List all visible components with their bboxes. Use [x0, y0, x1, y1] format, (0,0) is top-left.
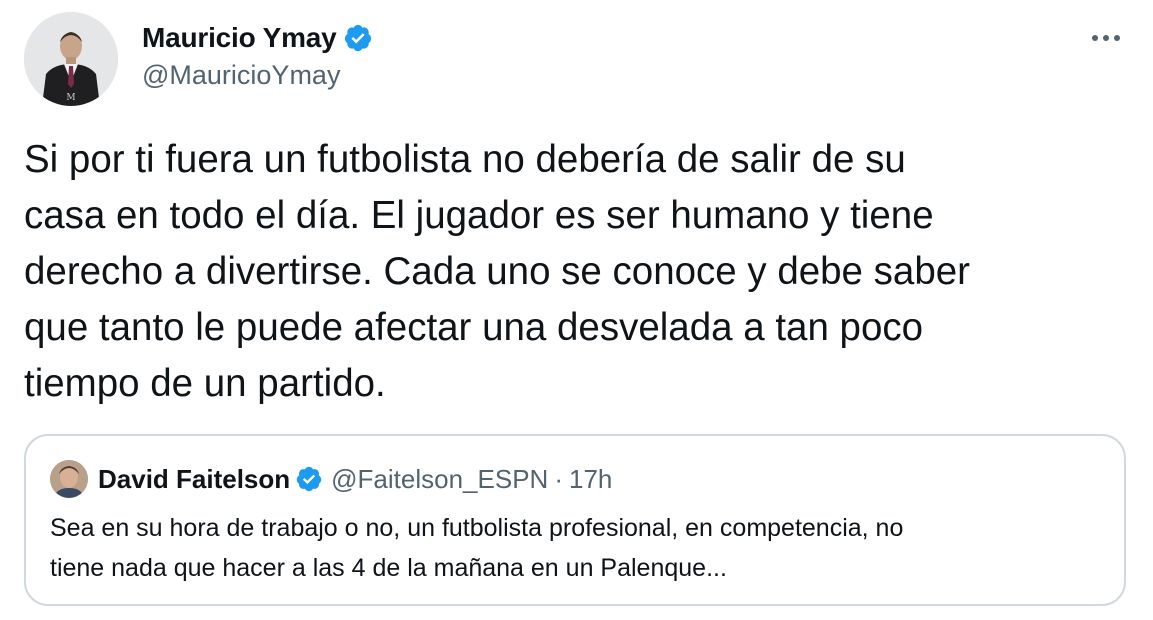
quote-avatar-image	[50, 460, 88, 498]
author-name[interactable]: Mauricio Ymay	[142, 22, 337, 54]
tweet-text: Si por ti fuera un futbolista no debería…	[24, 138, 970, 405]
verified-badge-icon	[296, 466, 322, 492]
author-name-row: Mauricio Ymay	[142, 20, 373, 56]
tweet-card[interactable]: M Mauricio Ymay @MauricioYmay Si por ti …	[0, 0, 1153, 620]
quote-text: Sea en su hora de trabajo o no, un futbo…	[50, 514, 904, 582]
quote-header: David Faitelson @Faitelson_ESPN · 17h	[98, 460, 612, 498]
svg-text:M: M	[66, 93, 75, 103]
author-avatar[interactable]: M	[24, 12, 118, 106]
quote-author-handle[interactable]: @Faitelson_ESPN	[331, 464, 548, 495]
more-options-icon	[1092, 35, 1098, 41]
author-handle[interactable]: @MauricioYmay	[142, 60, 340, 91]
quote-timestamp[interactable]: 17h	[569, 464, 612, 495]
quote-author-avatar[interactable]	[50, 460, 88, 498]
quote-separator: ·	[554, 463, 563, 494]
quoted-tweet[interactable]: David Faitelson @Faitelson_ESPN · 17h Se…	[24, 434, 1126, 606]
more-options-icon-dot	[1114, 35, 1120, 41]
quote-author-name[interactable]: David Faitelson	[98, 464, 290, 495]
author-avatar-image: M	[24, 12, 118, 106]
more-options-button[interactable]	[1081, 20, 1131, 56]
verified-badge-icon	[344, 24, 371, 52]
more-options-icon-dot	[1103, 35, 1109, 41]
